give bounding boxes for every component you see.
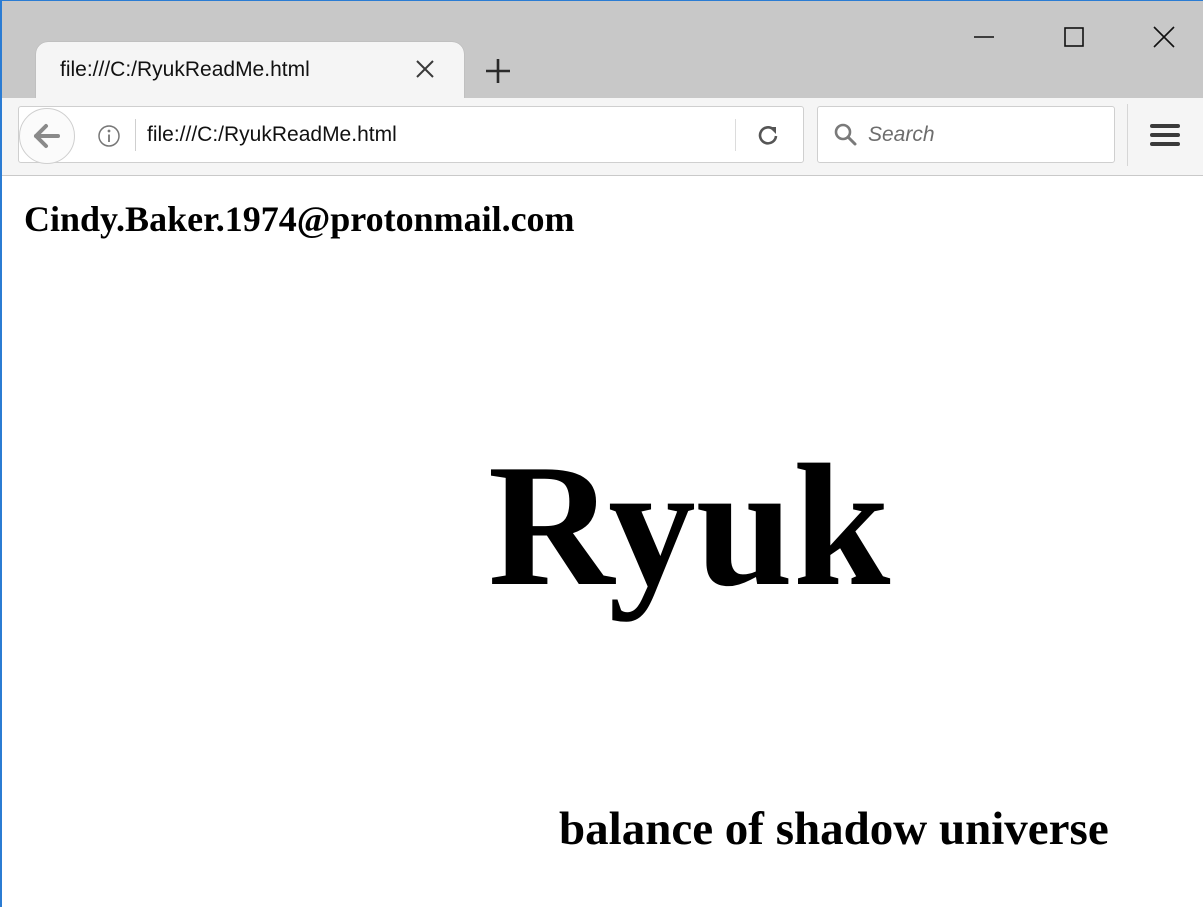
url-input[interactable] (147, 117, 727, 153)
back-arrow-icon[interactable] (19, 108, 75, 164)
tab-close-icon[interactable] (410, 54, 440, 84)
reload-separator (735, 119, 736, 151)
reload-icon[interactable] (749, 119, 789, 153)
page-heading: Ryuk (488, 428, 891, 622)
minimize-icon[interactable] (962, 15, 1006, 59)
search-bar[interactable] (817, 106, 1115, 163)
contact-email: Cindy.Baker.1974@protonmail.com (24, 199, 575, 239)
tab-strip: file:///C:/RyukReadMe.html (2, 1, 1203, 98)
browser-window: file:///C:/RyukReadMe.html file:///C:/Ry… (0, 0, 1203, 907)
browser-tab[interactable]: file:///C:/RyukReadMe.html (36, 42, 464, 98)
new-tab-plus-icon[interactable] (480, 53, 516, 89)
toolbar-separator (1127, 104, 1128, 166)
search-input[interactable] (868, 117, 1098, 153)
address-bar[interactable] (18, 106, 804, 164)
hamburger-menu-icon[interactable] (1148, 120, 1182, 150)
url-separator (135, 119, 136, 151)
page-content: Cindy.Baker.1974@protonmail.com Ryuk bal… (2, 176, 1203, 907)
search-icon (832, 121, 860, 149)
navigation-toolbar (2, 98, 1203, 176)
page-tagline: balance of shadow universe (559, 803, 1109, 855)
info-icon[interactable] (95, 122, 123, 150)
maximize-icon[interactable] (1052, 15, 1096, 59)
window-close-icon[interactable] (1142, 15, 1186, 59)
tab-title: file:///C:/RyukReadMe.html (60, 58, 310, 81)
